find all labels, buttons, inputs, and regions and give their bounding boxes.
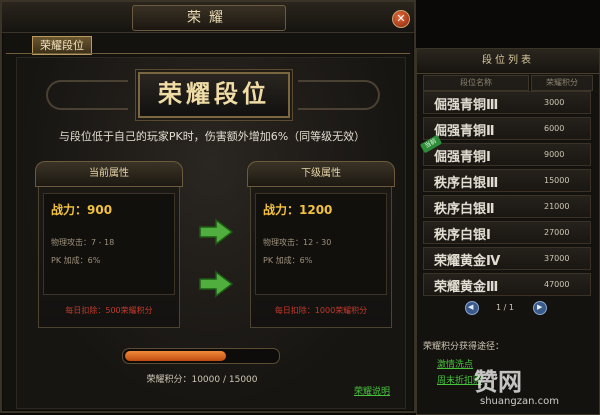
current-pk-bonus: PK 加成：6%: [51, 256, 101, 265]
honor-window: 荣耀 ✕ 荣耀段位 荣耀段位 与段位低于自己的玩家PK时，伤害额外增加6%（同等…: [0, 0, 416, 413]
arrow-right-icon: [199, 270, 234, 298]
rank-name: 荣耀黄金Ⅲ: [434, 280, 499, 295]
rank-points: 6000: [544, 124, 565, 133]
next-phys-attack: 物理攻击：12 - 30: [263, 238, 332, 247]
honor-progress-fill: [125, 351, 227, 361]
banner-title: 荣耀段位: [138, 72, 290, 118]
honor-progress-bar: [122, 348, 280, 364]
arrow-right-icon: [199, 218, 234, 246]
honor-help-link[interactable]: 荣耀说明: [354, 384, 390, 397]
rank-row[interactable]: 秩序白银Ⅰ 27000: [423, 221, 591, 244]
rank-points: 47000: [544, 280, 570, 289]
next-attributes-panel: 下级属性 战力：1200 物理攻击：12 - 30 PK 加成：6% 每日扣除：…: [247, 161, 395, 328]
rank-points: 15000: [544, 176, 570, 185]
current-daily-deduct: 每日扣除：500荣耀积分: [65, 306, 153, 315]
rank-points: 3000: [544, 98, 565, 107]
rank-points: 37000: [544, 254, 570, 263]
tab-divider: [6, 53, 410, 54]
rank-points: 27000: [544, 228, 570, 237]
obtain-points-title: 荣耀积分获得途径：: [423, 342, 505, 352]
rank-name: 秩序白银Ⅲ: [434, 176, 499, 191]
current-attributes-panel: 当前属性 战力：900 物理攻击：7 - 18 PK 加成：6% 每日扣除：50…: [35, 161, 183, 328]
obtain-link-weekend-discount[interactable]: 周末折扣购: [437, 373, 482, 386]
rank-name: 倔强青铜Ⅲ: [434, 98, 499, 113]
current-phys-attack: 物理攻击：7 - 18: [51, 238, 115, 247]
rank-row-current[interactable]: 当前 倔强青铜Ⅰ 9000: [419, 134, 591, 166]
banner-ornament-left: [46, 80, 128, 110]
window-title: 荣耀: [132, 5, 286, 31]
rank-name: 秩序白银Ⅱ: [434, 202, 495, 217]
column-header-honor-points: 荣耀积分: [531, 75, 593, 91]
next-attributes-header: 下级属性: [247, 161, 395, 187]
rank-list-title: 段位列表: [417, 49, 599, 74]
rank-list-panel: 段位列表 段位名称 荣耀积分 倔强青铜Ⅲ 3000 倔强青铜Ⅱ 6000 当前 …: [416, 48, 600, 415]
page-prev-button[interactable]: [465, 301, 479, 315]
rank-row[interactable]: 倔强青铜Ⅱ 6000: [423, 117, 591, 140]
column-header-rank-name: 段位名称: [423, 75, 529, 91]
rank-name: 秩序白银Ⅰ: [434, 228, 491, 243]
next-daily-deduct: 每日扣除：1000荣耀积分: [274, 306, 368, 315]
rank-points: 9000: [544, 150, 565, 159]
rank-row[interactable]: 秩序白银Ⅱ 21000: [423, 195, 591, 218]
page-indicator: 1 / 1: [496, 303, 514, 312]
title-bar: 荣耀 ✕: [2, 2, 414, 33]
current-power: 战力：900: [51, 203, 113, 217]
rank-name: 荣耀黄金Ⅳ: [434, 254, 501, 269]
rank-row[interactable]: 荣耀黄金Ⅲ 47000: [423, 273, 591, 296]
current-attributes-header: 当前属性: [35, 161, 183, 187]
rank-description: 与段位低于自己的玩家PK时，伤害额外增加6%（同等级无效）: [58, 130, 366, 143]
rank-row[interactable]: 倔强青铜Ⅲ 3000: [423, 91, 591, 114]
next-pk-bonus: PK 加成：6%: [263, 256, 313, 265]
honor-points-text: 荣耀积分：10000 / 15000: [146, 375, 258, 385]
rank-name: 倔强青铜Ⅰ: [434, 150, 491, 165]
rank-name: 倔强青铜Ⅱ: [434, 124, 495, 139]
rank-row[interactable]: 秩序白银Ⅲ 15000: [423, 169, 591, 192]
banner-ornament-right: [298, 80, 380, 110]
rank-row[interactable]: 荣耀黄金Ⅳ 37000: [423, 247, 591, 270]
next-power: 战力：1200: [263, 203, 333, 217]
page-next-button[interactable]: [533, 301, 547, 315]
rank-points: 21000: [544, 202, 570, 211]
close-icon[interactable]: ✕: [392, 10, 410, 28]
obtain-link-reset-points[interactable]: 激情洗点: [437, 357, 473, 370]
